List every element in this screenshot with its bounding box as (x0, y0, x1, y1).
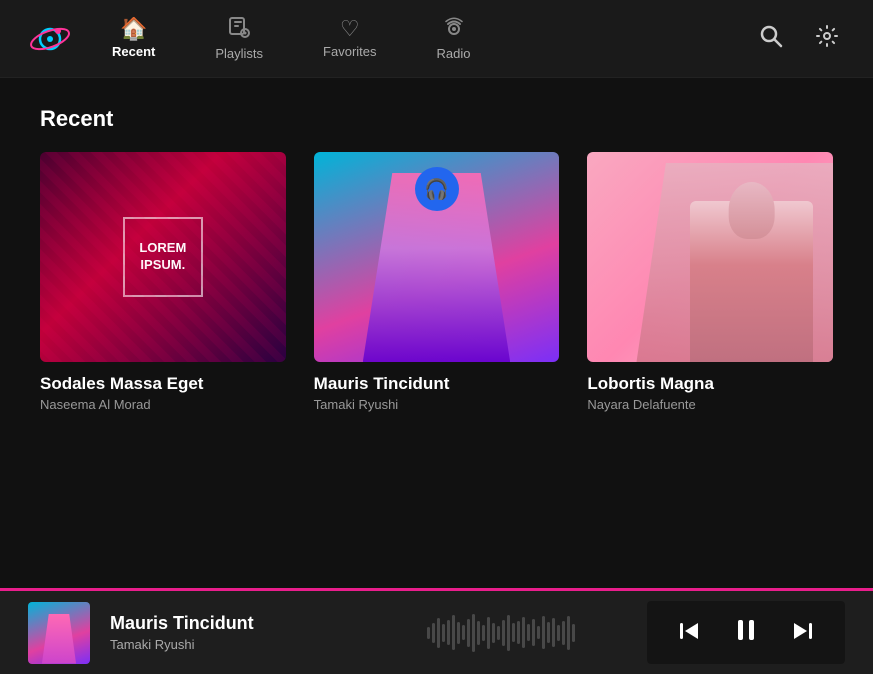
search-button[interactable] (753, 18, 789, 60)
nav-item-recent[interactable]: 🏠 Recent (102, 12, 165, 65)
player-track-artist: Tamaki Ryushi (110, 637, 407, 652)
player-controls (647, 601, 845, 664)
nav-label-favorites: Favorites (323, 44, 376, 59)
card-sodales[interactable]: LOREMIPSUM. Sodales Massa Eget Naseema A… (40, 152, 286, 412)
card-title-3: Lobortis Magna (587, 374, 833, 394)
prev-button[interactable] (675, 617, 703, 649)
next-button[interactable] (789, 617, 817, 649)
artwork-1-frame: LOREMIPSUM. (123, 217, 203, 297)
nav-item-radio[interactable]: Radio (427, 10, 481, 67)
main-content: Recent LOREMIPSUM. Sodales Massa Eget Na… (0, 78, 873, 588)
recent-cards: LOREMIPSUM. Sodales Massa Eget Naseema A… (40, 152, 833, 412)
header-actions (753, 18, 845, 60)
card-image-2: 🎧 (314, 152, 560, 362)
player-track-title: Mauris Tincidunt (110, 613, 407, 634)
app-logo (28, 17, 72, 61)
player-art-figure (42, 614, 76, 664)
main-nav: 🏠 Recent Playlists ♡ Favorites (102, 10, 753, 67)
card-image-1: LOREMIPSUM. (40, 152, 286, 362)
artwork-2-headphone: 🎧 (415, 167, 459, 211)
playlist-icon (228, 16, 250, 42)
player-bar: Mauris Tincidunt Tamaki Ryushi (0, 588, 873, 674)
player-waveform (427, 613, 627, 653)
home-icon: 🏠 (120, 18, 147, 40)
section-title: Recent (40, 106, 833, 132)
card-lobortis[interactable]: Lobortis Magna Nayara Delafuente (587, 152, 833, 412)
card-artist-1: Naseema Al Morad (40, 397, 286, 412)
artwork-3 (587, 152, 833, 362)
settings-button[interactable] (809, 18, 845, 60)
card-mauris[interactable]: 🎧 Mauris Tincidunt Tamaki Ryushi (314, 152, 560, 412)
play-pause-button[interactable] (731, 615, 761, 650)
card-title-2: Mauris Tincidunt (314, 374, 560, 394)
nav-item-favorites[interactable]: ♡ Favorites (313, 12, 386, 65)
player-thumbnail (28, 602, 90, 664)
nav-label-playlists: Playlists (215, 46, 263, 61)
player-artwork (28, 602, 90, 664)
artwork-2: 🎧 (314, 152, 560, 362)
radio-icon (443, 16, 465, 42)
card-artist-3: Nayara Delafuente (587, 397, 833, 412)
heart-icon: ♡ (340, 18, 360, 40)
nav-item-playlists[interactable]: Playlists (205, 10, 273, 67)
player-info: Mauris Tincidunt Tamaki Ryushi (110, 613, 407, 652)
artwork-1-text: LOREMIPSUM. (139, 240, 186, 274)
card-title-1: Sodales Massa Eget (40, 374, 286, 394)
nav-label-recent: Recent (112, 44, 155, 59)
nav-label-radio: Radio (437, 46, 471, 61)
header: 🏠 Recent Playlists ♡ Favorites (0, 0, 873, 78)
artwork-1: LOREMIPSUM. (40, 152, 286, 362)
card-artist-2: Tamaki Ryushi (314, 397, 560, 412)
card-image-3 (587, 152, 833, 362)
